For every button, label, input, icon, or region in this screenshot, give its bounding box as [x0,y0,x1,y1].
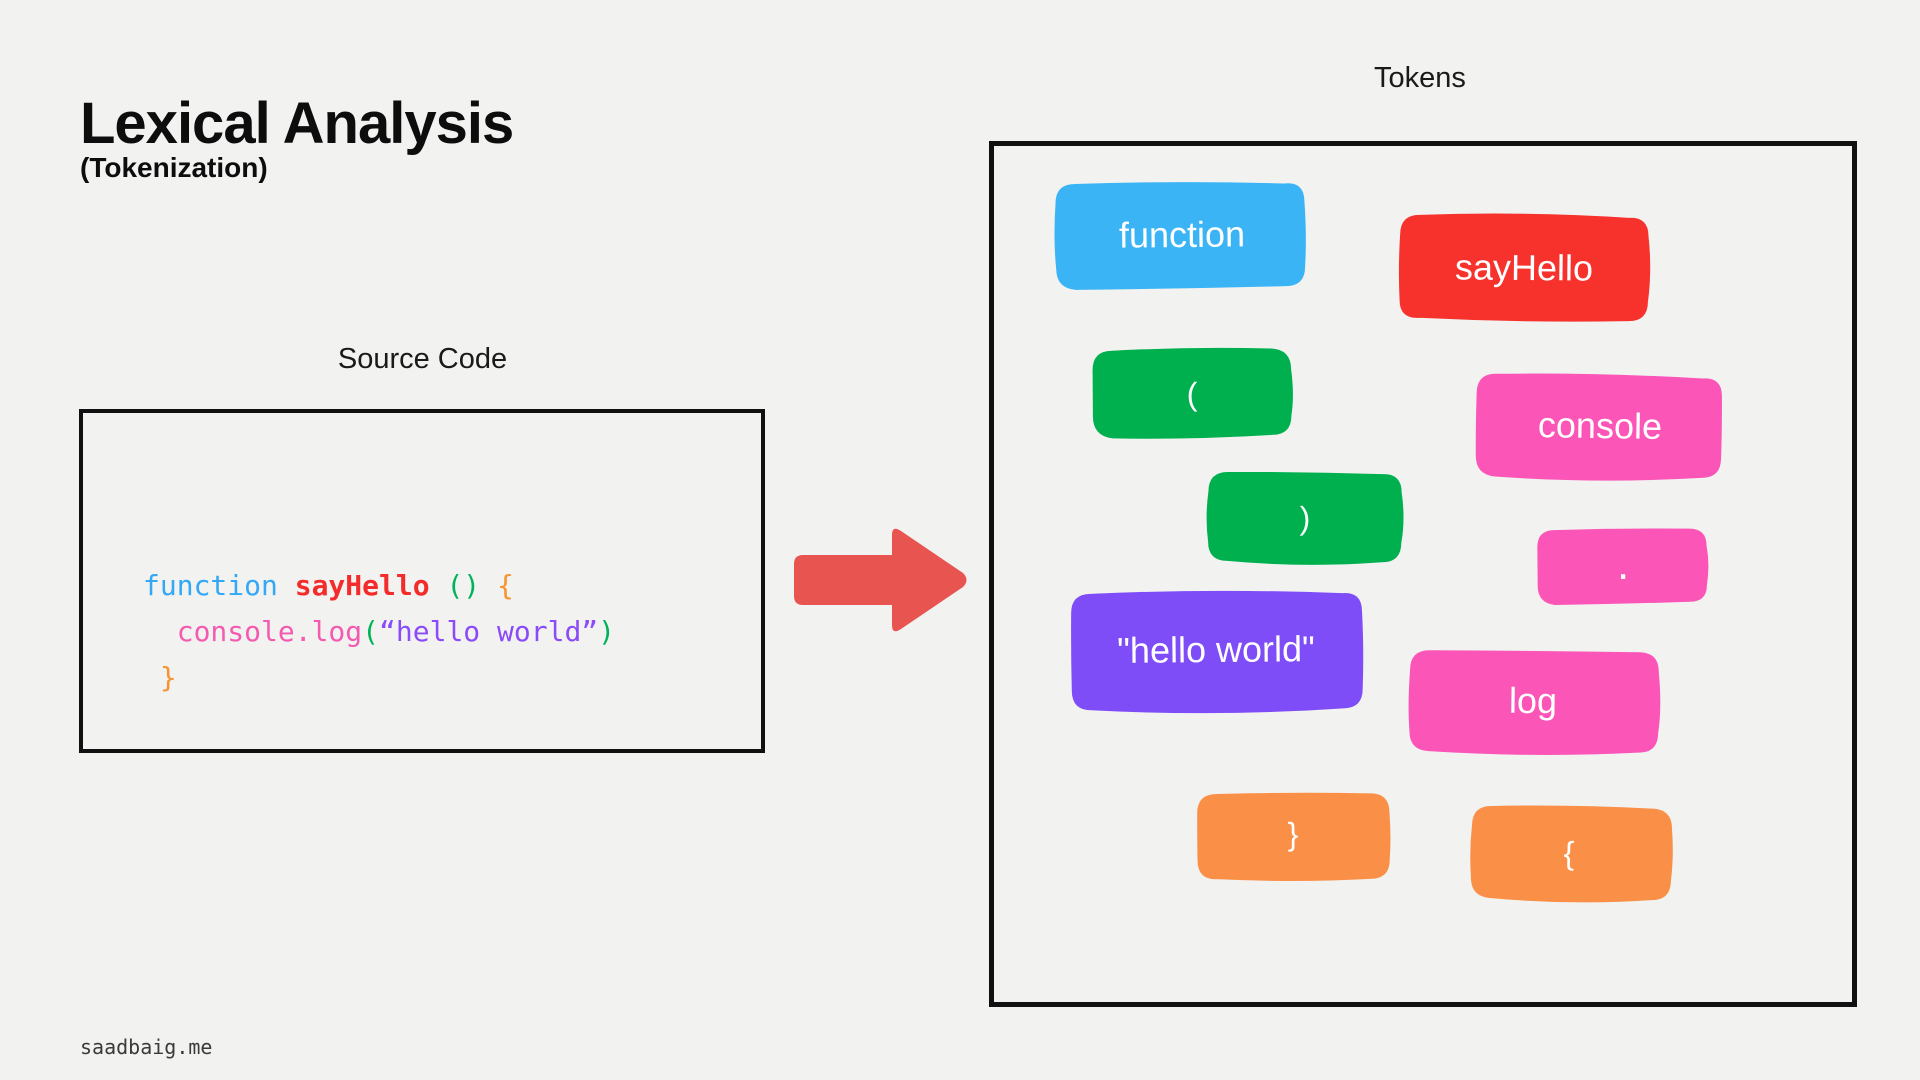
code-token-paren: ) [598,615,616,648]
code-token-brace: } [159,661,177,694]
page-subtitle: (Tokenization) [80,152,268,183]
code-line: function sayHello () { [143,563,615,609]
token-chip[interactable]: log [1408,647,1661,756]
token-chip[interactable]: "hello world" [1071,590,1364,714]
token-chip[interactable]: function [1054,181,1306,290]
token-chip[interactable]: . [1537,528,1709,605]
code-token-keyword: function [143,569,278,602]
footer-credit: saadbaig.me [80,1035,213,1059]
tokens-label: Tokens [1374,62,1466,94]
source-code-panel: function sayHello () { console.log(“hell… [79,409,765,753]
source-code-label: Source Code [337,343,508,375]
right-arrow-icon [790,525,970,635]
code-token-fname: sayHello [294,569,430,602]
token-chip[interactable]: ) [1206,471,1404,565]
source-code-block: function sayHello () { console.log(“hell… [143,563,615,701]
code-token-brace: { [497,569,514,602]
page-title: Lexical Analysis [80,90,514,156]
token-chip[interactable]: sayHello [1398,213,1651,322]
token-chip[interactable]: console [1475,372,1724,481]
token-chip[interactable]: { [1468,805,1673,903]
token-chip[interactable]: } [1194,790,1393,882]
code-token-paren: () [446,569,481,602]
code-line: console.log(“hello world”) [143,609,615,655]
tokens-panel: function sayHello ( console). "hello world" l… [989,141,1857,1007]
token-chip[interactable]: ( [1092,347,1293,439]
tokens-canvas: function sayHello ( console). "hello world" l… [994,146,1852,1002]
code-token-ident: console.log [176,615,363,648]
code-token-paren: ( [362,615,380,648]
code-line: } [143,655,615,701]
code-token-string: “hello world” [379,615,599,648]
